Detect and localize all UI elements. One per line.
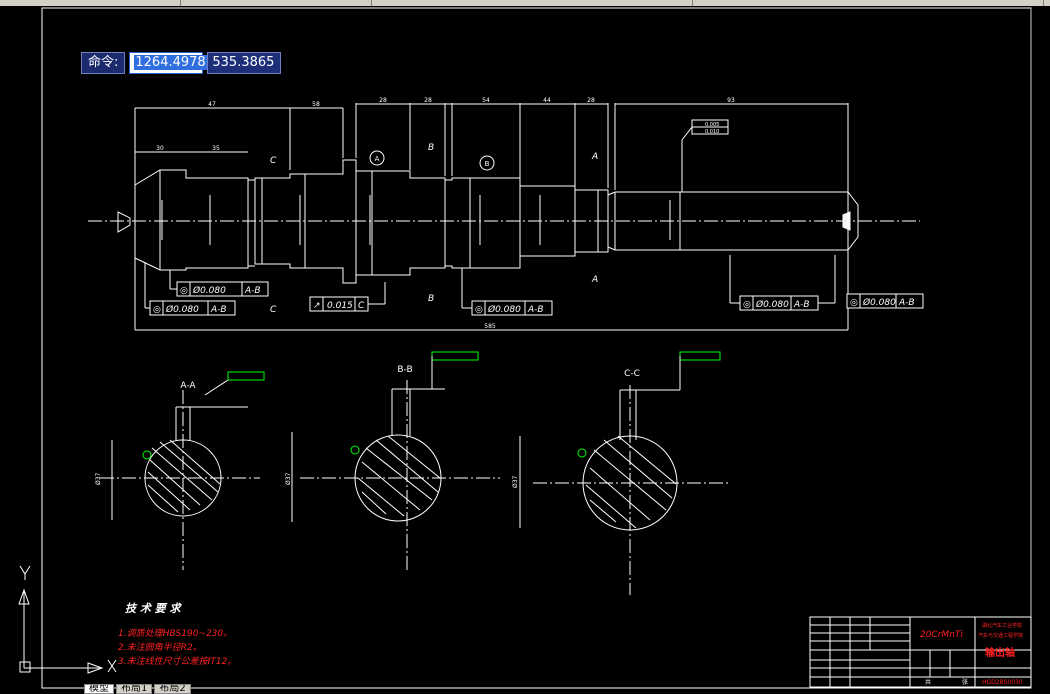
diameter-dims (161, 195, 671, 245)
section-c-dia: Ø37 (512, 475, 519, 488)
center-hole-left (117, 211, 131, 233)
tol1-ref: A-B (244, 286, 261, 296)
tab-model[interactable]: 模型 (84, 684, 114, 694)
tol3-sym: ↗ (313, 301, 321, 311)
tab-layout2[interactable]: 布局2 (154, 684, 191, 694)
tol5-sym: ◎ (743, 300, 751, 310)
flatness-1: 0.005 (705, 122, 719, 128)
section-a-bottom: A (591, 275, 598, 285)
dim-47: 47 (208, 101, 216, 108)
tech-req-item-1: 1.调质处理HBS190~230。 (118, 628, 232, 639)
tol6-sym: ◎ (850, 298, 858, 308)
dim-28b: 28 (424, 97, 432, 104)
dim-58: 58 (312, 101, 320, 108)
dim-30: 30 (156, 145, 164, 152)
section-view-c: C-C Ø37 (512, 351, 728, 595)
section-b-dia: Ø37 (285, 472, 292, 485)
x-coordinate-input[interactable]: 1264.4978 (129, 52, 207, 74)
section-a-title: A-A (180, 381, 196, 391)
part-name: 输出轴 (985, 646, 1015, 659)
section-c-title: C-C (624, 369, 640, 379)
tol6-ref: A-B (898, 298, 915, 308)
section-c-top: C (270, 156, 277, 166)
section-b-bottom: B (428, 294, 434, 304)
tol1-sym: ◎ (180, 286, 188, 296)
layout-tabs: 模型 布局1 布局2 (84, 684, 191, 694)
tol4-ref: A-B (527, 305, 544, 315)
dim-93: 93 (727, 97, 735, 104)
tol5-val: Ø0.080 (755, 299, 789, 310)
tab-layout1[interactable]: 布局1 (116, 684, 153, 694)
section-view-a: A-A Ø37 (95, 371, 265, 570)
center-hole-right (842, 211, 851, 231)
section-c-bottom: C (270, 305, 277, 315)
tech-req-item-2: 2.未注圆角半径R2。 (118, 642, 202, 653)
tol2-sym: ◎ (153, 305, 161, 315)
dim-35: 35 (212, 145, 220, 152)
section-b-title: B-B (397, 365, 412, 375)
command-label: 命令: (81, 52, 126, 74)
y-coordinate-input[interactable]: 535.3865 (207, 52, 282, 74)
dim-44: 44 (543, 97, 551, 104)
tol5-ref: A-B (793, 300, 810, 310)
dim-28a: 28 (379, 97, 387, 104)
tol1-val: Ø0.080 (192, 285, 226, 296)
tol4-val: Ø0.080 (487, 304, 521, 315)
tol2-ref: A-B (210, 305, 227, 315)
datum-a-label: A (375, 155, 380, 163)
sheet-total-label: 共 (925, 678, 931, 686)
school-line-2: 汽车与交通工程学院 (978, 632, 1023, 639)
x-coordinate-value: 1264.4978 (134, 55, 207, 70)
material-label: 20CrMnTi (920, 630, 963, 640)
dim-overall: 585 (484, 323, 496, 330)
dynamic-input-bar: 命令: 1264.4978 535.3865 (81, 52, 282, 74)
tech-req-item-3: 3.未注线性尺寸公差按IT12。 (118, 656, 236, 667)
section-a-top: A (591, 152, 598, 162)
cad-drawing-canvas[interactable]: 47 58 28 28 54 44 28 93 30 35 585 C C B … (0, 0, 1050, 692)
section-a-dia: Ø37 (95, 472, 102, 485)
tol3-ref: C (358, 301, 365, 311)
section-view-b: B-B Ø37 (285, 351, 500, 570)
tol3-val: 0.015 (327, 301, 353, 311)
section-b-top: B (428, 143, 434, 153)
flatness-2: 0.010 (705, 129, 719, 135)
drawing-number: HGD2BS0030 (982, 679, 1023, 686)
sheet-label: 张 (962, 678, 968, 686)
dim-54: 54 (482, 97, 490, 104)
datum-b-label: B (485, 160, 490, 168)
tol6-val: Ø0.080 (862, 297, 896, 308)
tol4-sym: ◎ (475, 305, 483, 315)
dim-28c: 28 (587, 97, 595, 104)
tech-req-title: 技 术 要 求 (125, 602, 182, 615)
school-line-1: 湖北汽车工业学院 (982, 622, 1022, 629)
drawing-frame (41, 7, 1032, 689)
ucs-icon (18, 565, 117, 674)
tol2-val: Ø0.080 (165, 304, 199, 315)
